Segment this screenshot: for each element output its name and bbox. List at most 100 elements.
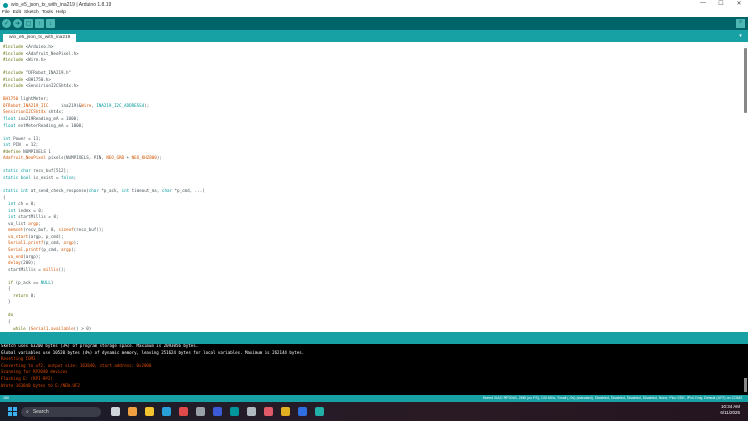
code-token: false [61, 174, 74, 180]
code-token: float [3, 122, 16, 128]
code-token: (200); [20, 260, 36, 266]
code-token: #include [3, 83, 24, 89]
arduino-ide-icon[interactable] [315, 407, 324, 416]
minimize-button[interactable]: — [694, 0, 712, 7]
code-token: startMillis = 0; [15, 214, 59, 220]
arduino-icon[interactable] [230, 407, 239, 416]
app-widget-icon[interactable] [128, 407, 137, 416]
file-explorer-icon[interactable] [145, 407, 154, 416]
code-token: while [13, 325, 26, 331]
code-token: bool [20, 174, 31, 180]
code-token: extMeterReading_mA = 1000; [15, 122, 84, 128]
console-line: Converting to uf2, output size: 163840, … [1, 362, 152, 368]
menu-edit[interactable]: Edit [13, 10, 21, 17]
code-token: char [88, 188, 99, 194]
line-number: 180 [3, 396, 9, 400]
code-token: argp [61, 246, 72, 252]
code-token: lightMeter; [18, 96, 49, 102]
editor-scrollbar[interactable] [744, 48, 747, 113]
app-ae-icon[interactable] [213, 407, 222, 416]
code-token: sht4x; [45, 109, 64, 115]
code-token: { [3, 194, 6, 200]
console-scrollbar[interactable] [744, 378, 747, 392]
code-token: ; [73, 174, 77, 180]
code-token: (p_cmd, [43, 240, 64, 246]
uipath-icon[interactable] [298, 407, 307, 416]
code-token: () > 0) [73, 325, 92, 331]
code-token: pixels(NUMPIXELS, PIN, [45, 155, 107, 161]
search-icon: ⌕ [26, 408, 29, 415]
code-token: (p_cmd, [40, 246, 62, 252]
message-bar [0, 332, 748, 344]
code-token: do [8, 312, 14, 318]
code-token: is_exist = [30, 174, 62, 180]
app-yellow-icon[interactable] [281, 407, 290, 416]
upload-button[interactable]: ➜ [13, 19, 22, 28]
snipping-tool-icon[interactable] [264, 407, 273, 416]
code-token: (); [58, 266, 67, 272]
code-token: (recv_buf, 0, [23, 227, 59, 233]
serial-monitor-button[interactable]: ⌕ [736, 19, 745, 28]
menu-bar: File Edit Sketch Tools Help [0, 10, 748, 17]
code-token: static [3, 174, 19, 180]
open-button[interactable]: ↑ [35, 19, 44, 28]
task-view-icon[interactable] [111, 407, 120, 416]
code-token: sizeof [58, 227, 74, 233]
code-line: static int at_send_check_response(char *… [3, 188, 205, 195]
search-label: Search [32, 408, 49, 415]
code-token: va_start [8, 233, 29, 239]
maximize-button[interactable]: ☐ [712, 0, 730, 7]
code-token: *p_cmd, ...) [172, 188, 205, 194]
code-token: ); [73, 240, 79, 246]
code-token: { [3, 286, 11, 292]
store-icon[interactable] [179, 407, 188, 416]
code-token: int [8, 201, 16, 207]
code-token: int [3, 142, 11, 148]
menu-file[interactable]: File [2, 10, 10, 17]
code-token: Serial1 [30, 325, 49, 331]
code-token: #include [3, 50, 24, 56]
arduino-logo-icon [3, 2, 8, 8]
code-token: <SensirionI2CSht4x.h> [23, 83, 79, 89]
code-token: int [8, 214, 16, 220]
code-token: PIN = 12; [10, 142, 39, 148]
tab-menu-button[interactable]: ▾ [737, 33, 744, 39]
new-button[interactable]: ▢ [24, 19, 33, 28]
code-token: delay [8, 260, 21, 266]
menu-sketch[interactable]: Sketch [24, 10, 39, 17]
taskbar: ⌕ Search [0, 402, 748, 421]
code-editor[interactable]: #include <Arduino.h> #include <Adafruit_N… [0, 42, 748, 332]
code-token: memset [8, 227, 24, 233]
code-token: NEO_GRB [106, 155, 125, 161]
code-token: Adafruit_NeoPixel [3, 155, 46, 161]
code-token: Wire [81, 102, 92, 108]
console-line: Wrote 163840 bytes to E:/NEW.UF2 [1, 382, 80, 388]
code-token: INA219_I2C_ADDRESS4 [96, 102, 145, 108]
code-token: return [13, 292, 29, 298]
code-token: ); [156, 155, 162, 161]
verify-button[interactable]: ✓ [2, 19, 11, 28]
code-token: ); [71, 246, 77, 252]
edge-icon[interactable] [162, 407, 171, 416]
board-info: Seeed XIAO RP2040, 2MB (no FS), 133 MHz,… [482, 396, 742, 400]
code-token: int [8, 207, 16, 213]
code-token: va_end [8, 253, 24, 259]
settings-icon[interactable] [196, 407, 205, 416]
code-token: float [3, 116, 16, 122]
windows-start-icon[interactable] [8, 407, 17, 416]
close-button[interactable]: ✕ [730, 0, 748, 7]
code-token: "DFRobot_INA219.h" [23, 70, 72, 76]
code-token: DFRobot_INA219_IIC [3, 102, 49, 108]
menu-tools[interactable]: Tools [42, 10, 53, 17]
taskbar-search[interactable]: ⌕ Search [21, 406, 101, 417]
clock[interactable]: 10:34 AM 6/11/2025 [720, 404, 740, 416]
code-token: argp [63, 240, 74, 246]
code-token: } [3, 299, 11, 305]
save-button[interactable]: ↓ [46, 19, 55, 28]
menu-help[interactable]: Help [56, 10, 66, 17]
code-token: timeout_ms, [129, 188, 162, 194]
app-monitor-icon[interactable] [247, 407, 256, 416]
code-token: SensirionI2CSht4x [3, 109, 46, 115]
code-token: ina219(& [48, 102, 82, 108]
tab-sketch[interactable]: wio_e5_json_tx_with_ina219 [3, 34, 77, 42]
